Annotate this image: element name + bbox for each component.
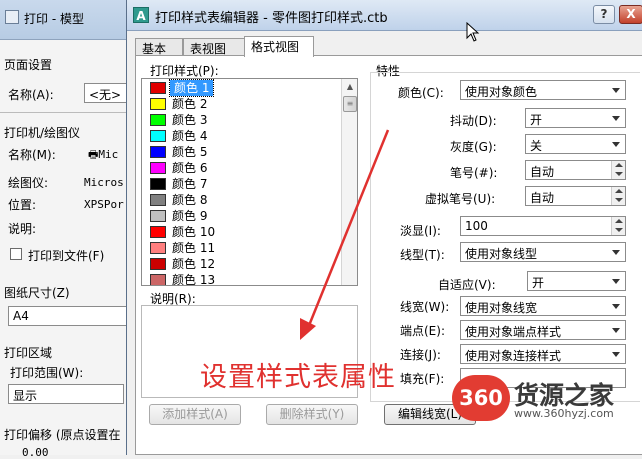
mouse-cursor-icon (466, 22, 480, 42)
watermark: 360 货源之家 www.360hyzj.com (452, 373, 642, 429)
tab-form-view[interactable]: 格式视图 (244, 36, 314, 57)
watermark-badge: 360 (452, 375, 510, 421)
annotation-text: 设置样式表属性 (200, 362, 396, 393)
watermark-url: www.360hyzj.com (514, 407, 614, 420)
